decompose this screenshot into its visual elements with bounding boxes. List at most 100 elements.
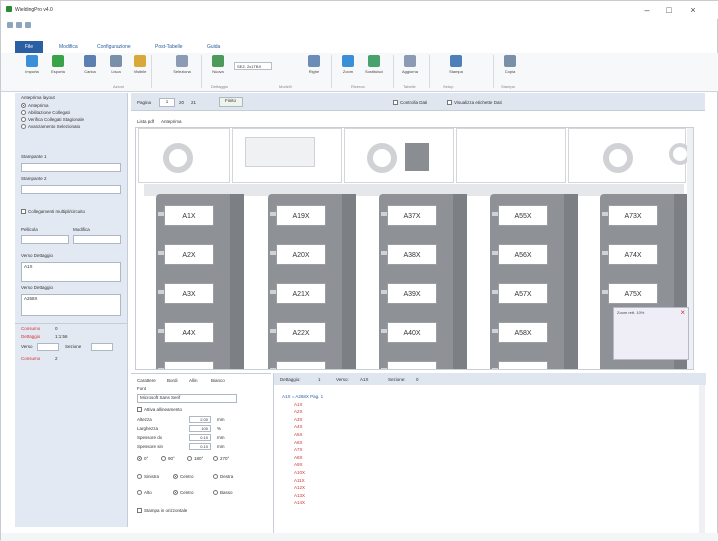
page-input[interactable]: 1 bbox=[159, 98, 175, 107]
tab-guida[interactable]: Guida bbox=[207, 41, 220, 53]
wire-label[interactable]: A73X bbox=[608, 205, 658, 226]
wire-label[interactable]: A74X bbox=[608, 244, 658, 265]
wire-label[interactable]: A75X bbox=[608, 283, 658, 304]
wire-label[interactable]: A20X bbox=[276, 244, 326, 265]
align-v-bottom[interactable]: Basso bbox=[213, 490, 233, 496]
maximize-button[interactable]: □ bbox=[661, 4, 677, 16]
tab-carattere[interactable]: Carattere bbox=[137, 378, 156, 383]
seleziona-button[interactable]: Seleziona bbox=[171, 55, 193, 74]
wire-label[interactable]: A59X bbox=[498, 361, 548, 369]
stampa-button[interactable]: Stampa bbox=[445, 55, 467, 74]
spessore-dx-field[interactable]: 0.10 bbox=[189, 434, 211, 441]
list2-box[interactable]: A268X bbox=[21, 294, 121, 316]
wire-label[interactable]: A39X bbox=[387, 283, 437, 304]
tree-item[interactable]: A9X bbox=[282, 461, 323, 469]
copia-button[interactable]: Copia bbox=[499, 55, 521, 74]
angle-180[interactable]: 180° bbox=[187, 456, 203, 462]
align-h-left[interactable]: Sinistra bbox=[137, 474, 159, 480]
font-select[interactable]: Microsoft Sans Serif bbox=[137, 394, 237, 403]
tree-item[interactable]: A12X bbox=[282, 484, 323, 492]
tree-item[interactable]: A14X bbox=[282, 499, 323, 507]
lisca-button[interactable]: Lisca bbox=[105, 55, 127, 74]
undo-icon[interactable] bbox=[16, 22, 22, 28]
larghezza-field[interactable]: 100 bbox=[189, 425, 211, 432]
wire-label[interactable]: A22X bbox=[276, 322, 326, 343]
spessore-sin-field[interactable]: 0.10 bbox=[189, 443, 211, 450]
align-v-center[interactable]: Centro bbox=[173, 490, 194, 496]
wire-label[interactable]: A40X bbox=[387, 322, 437, 343]
wire-label[interactable]: A23X bbox=[276, 361, 326, 369]
close-button[interactable]: × bbox=[685, 4, 701, 16]
align-h-center[interactable]: Centro bbox=[173, 474, 194, 480]
wire-label[interactable]: A19X bbox=[276, 205, 326, 226]
tab-anteprima[interactable]: Anteprima bbox=[161, 119, 182, 124]
wire-label[interactable]: A5X bbox=[164, 361, 214, 369]
tree-item[interactable]: A4X bbox=[282, 423, 323, 431]
list1-box[interactable]: A1X bbox=[21, 262, 121, 282]
save-icon[interactable] bbox=[7, 22, 13, 28]
import-button[interactable]: Importa bbox=[21, 55, 43, 74]
stampante1-input[interactable] bbox=[21, 163, 121, 172]
align-h-right[interactable]: Destra bbox=[213, 474, 233, 480]
tree-item[interactable]: A2X bbox=[282, 408, 323, 416]
sezione-spinner[interactable] bbox=[91, 343, 113, 351]
angle-0[interactable]: 0° bbox=[137, 456, 148, 462]
stampante2-input[interactable] bbox=[21, 185, 121, 194]
angle-90[interactable]: 90° bbox=[161, 456, 175, 462]
tree-item[interactable]: A13X bbox=[282, 492, 323, 500]
tree-item[interactable]: A6X bbox=[282, 439, 323, 447]
wire-label[interactable]: A21X bbox=[276, 283, 326, 304]
tree-item[interactable]: A1X bbox=[282, 401, 323, 409]
tab-modifica[interactable]: Modifica bbox=[59, 41, 78, 53]
tree-item[interactable]: A10X bbox=[282, 469, 323, 477]
wire-label[interactable]: A1X bbox=[164, 205, 214, 226]
minimize-button[interactable]: – bbox=[639, 4, 655, 16]
tab-configurazione[interactable]: Configurazione bbox=[97, 41, 131, 53]
zoom-button[interactable]: Zoom bbox=[337, 55, 359, 74]
wire-label[interactable]: A4X bbox=[164, 322, 214, 343]
check-controlla[interactable]: Controlla Dati bbox=[393, 100, 427, 106]
option-anteprima[interactable]: Anteprima bbox=[21, 103, 49, 109]
wire-label[interactable]: A41X bbox=[387, 361, 437, 369]
check-visualizza[interactable]: Visualizza etichette Dati bbox=[447, 100, 502, 106]
align-v-top[interactable]: Alto bbox=[137, 490, 152, 496]
nuova-button[interactable]: Nuova bbox=[207, 55, 229, 74]
tree-scrollbar[interactable] bbox=[699, 385, 705, 533]
check-allineamento[interactable]: Attiva allineamento bbox=[137, 407, 182, 413]
check-collegamenti[interactable]: Collegamenti multipli/circuito bbox=[21, 209, 85, 215]
wire-label[interactable]: A56X bbox=[498, 244, 548, 265]
wire-label[interactable]: A37X bbox=[387, 205, 437, 226]
tree-item[interactable]: A11X bbox=[282, 477, 323, 485]
pellicola-input[interactable] bbox=[21, 235, 69, 244]
visibile-button[interactable]: Visibile bbox=[129, 55, 151, 74]
wire-label[interactable]: A57X bbox=[498, 283, 548, 304]
tab-lista-pdf[interactable]: Lista pdf bbox=[137, 119, 154, 124]
option-avanzamento[interactable]: Avanzamento Selezionato bbox=[21, 124, 80, 130]
tab-allin[interactable]: Allin bbox=[189, 378, 198, 383]
export-button[interactable]: Esporta bbox=[47, 55, 69, 74]
tab-file[interactable]: File bbox=[15, 41, 43, 53]
verso-spinner[interactable] bbox=[37, 343, 59, 351]
tab-bianco[interactable]: Bianco bbox=[211, 378, 225, 383]
redo-icon[interactable] bbox=[25, 22, 31, 28]
option-abilitazione[interactable]: Abilitazione Collegati bbox=[21, 110, 70, 116]
wire-label[interactable]: A2X bbox=[164, 244, 214, 265]
altezza-field[interactable]: 2.00 bbox=[189, 416, 211, 423]
model-combo[interactable]: SEZ. 2x1TBX bbox=[234, 62, 272, 70]
tree-item[interactable]: A5X bbox=[282, 431, 323, 439]
sostituisci-button[interactable]: Sostituisci bbox=[363, 55, 385, 74]
angle-270[interactable]: 270° bbox=[213, 456, 229, 462]
modifica-input[interactable] bbox=[73, 235, 121, 244]
tab-bordi[interactable]: Bordi bbox=[167, 378, 178, 383]
finito-button[interactable]: Finito bbox=[219, 97, 243, 107]
righe-button[interactable]: Righe bbox=[303, 55, 325, 74]
close-icon[interactable]: × bbox=[680, 308, 685, 317]
wire-label[interactable]: A58X bbox=[498, 322, 548, 343]
wire-label[interactable]: A55X bbox=[498, 205, 548, 226]
tree-item[interactable]: A8X bbox=[282, 454, 323, 462]
tree-item[interactable]: A3X bbox=[282, 416, 323, 424]
wire-label[interactable]: A38X bbox=[387, 244, 437, 265]
carica-button[interactable]: Carica bbox=[79, 55, 101, 74]
check-orizzontale[interactable]: Stampa in orizzontale bbox=[137, 508, 187, 514]
tree-root[interactable]: A1X = A268X Pag. 1 bbox=[282, 393, 323, 401]
